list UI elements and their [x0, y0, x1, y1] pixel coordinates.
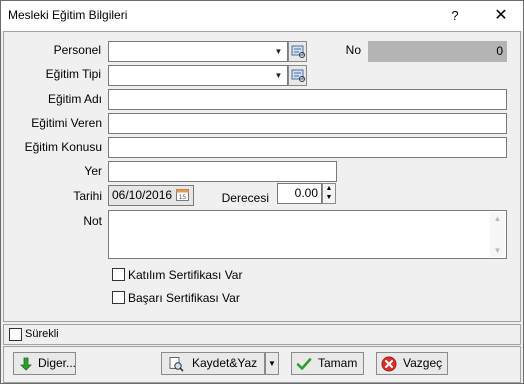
tamam-label: Tamam [318, 356, 358, 370]
no-label: No [345, 43, 361, 57]
not-label: Not [83, 214, 102, 228]
surekli-bar [3, 324, 521, 345]
scroll-down-icon[interactable]: ▼ [490, 246, 505, 255]
tarihi-date-input[interactable]: 06/10/2016 15 [108, 185, 194, 206]
lookup-icon [291, 69, 305, 82]
kaydet-yaz-button[interactable]: Kaydet&Yaz [161, 352, 265, 375]
chevron-down-icon[interactable]: ▼ [271, 67, 286, 84]
lookup-icon [291, 45, 305, 58]
personel-lookup-button[interactable] [288, 41, 307, 62]
personel-combo[interactable]: ▼ [108, 41, 288, 62]
chevron-down-icon: ▼ [268, 359, 276, 368]
yer-label: Yer [84, 164, 102, 178]
close-button[interactable]: ✕ [479, 1, 523, 31]
no-field: 0 [368, 41, 507, 62]
egitim-tipi-label: Eğitim Tipi [45, 67, 101, 81]
chevron-down-icon[interactable]: ▼ [271, 43, 286, 60]
katilim-checkbox[interactable] [112, 268, 125, 281]
tarihi-label: Tarihi [73, 189, 102, 203]
spin-up-icon[interactable]: ▲ [323, 184, 335, 193]
egitim-tipi-lookup-button[interactable] [288, 65, 307, 86]
help-button[interactable]: ? [433, 1, 477, 31]
svg-text:15: 15 [179, 194, 187, 201]
checkmark-icon [296, 358, 312, 370]
window-title: Mesleki Eğitim Bilgileri [8, 8, 128, 22]
cancel-icon [381, 356, 397, 372]
egitim-konusu-label: Eğitim Konusu [24, 140, 102, 154]
egitim-adi-input[interactable] [108, 89, 507, 110]
egitimi-veren-label: Eğitimi Veren [31, 116, 102, 130]
not-scrollbar[interactable]: ▲ ▼ [490, 212, 505, 257]
surekli-checkbox[interactable] [9, 328, 22, 341]
diger-label: Diger... [38, 356, 77, 370]
basari-checkbox[interactable] [112, 291, 125, 304]
derecesi-label: Derecesi [221, 191, 269, 205]
egitimi-veren-input[interactable] [108, 113, 507, 134]
egitim-konusu-input[interactable] [108, 137, 507, 158]
derecesi-input[interactable]: 0.00 [277, 183, 322, 204]
dialog-window: Mesleki Eğitim Bilgileri ? ✕ Personel ▼ … [0, 0, 524, 384]
print-preview-icon [169, 357, 184, 372]
basari-label: Başarı Sertifikası Var [128, 291, 240, 305]
diger-button[interactable]: Diger... [13, 352, 76, 375]
surekli-label: Sürekli [25, 328, 59, 340]
vazgec-button[interactable]: Vazgeç [376, 352, 448, 375]
tamam-button[interactable]: Tamam [291, 352, 364, 375]
vazgec-label: Vazgeç [403, 356, 443, 370]
tarihi-value: 06/10/2016 [112, 188, 173, 202]
katilim-label: Katılım Sertifikası Var [128, 268, 243, 282]
calendar-icon[interactable]: 15 [175, 187, 192, 204]
egitim-tipi-combo[interactable]: ▼ [108, 65, 288, 86]
yer-input[interactable] [108, 161, 337, 182]
kaydet-yaz-dropdown[interactable]: ▼ [265, 352, 279, 375]
arrow-down-icon [20, 357, 32, 371]
kaydet-yaz-label: Kaydet&Yaz [192, 356, 258, 370]
personel-label: Personel [53, 43, 101, 57]
scroll-up-icon[interactable]: ▲ [490, 214, 505, 223]
not-textarea[interactable]: ▲ ▼ [108, 210, 507, 259]
spin-down-icon[interactable]: ▼ [323, 193, 335, 202]
egitim-adi-label: Eğitim Adı [47, 92, 102, 106]
derecesi-spinner[interactable]: ▲ ▼ [322, 183, 336, 204]
title-bar: Mesleki Eğitim Bilgileri ? ✕ [1, 1, 523, 31]
